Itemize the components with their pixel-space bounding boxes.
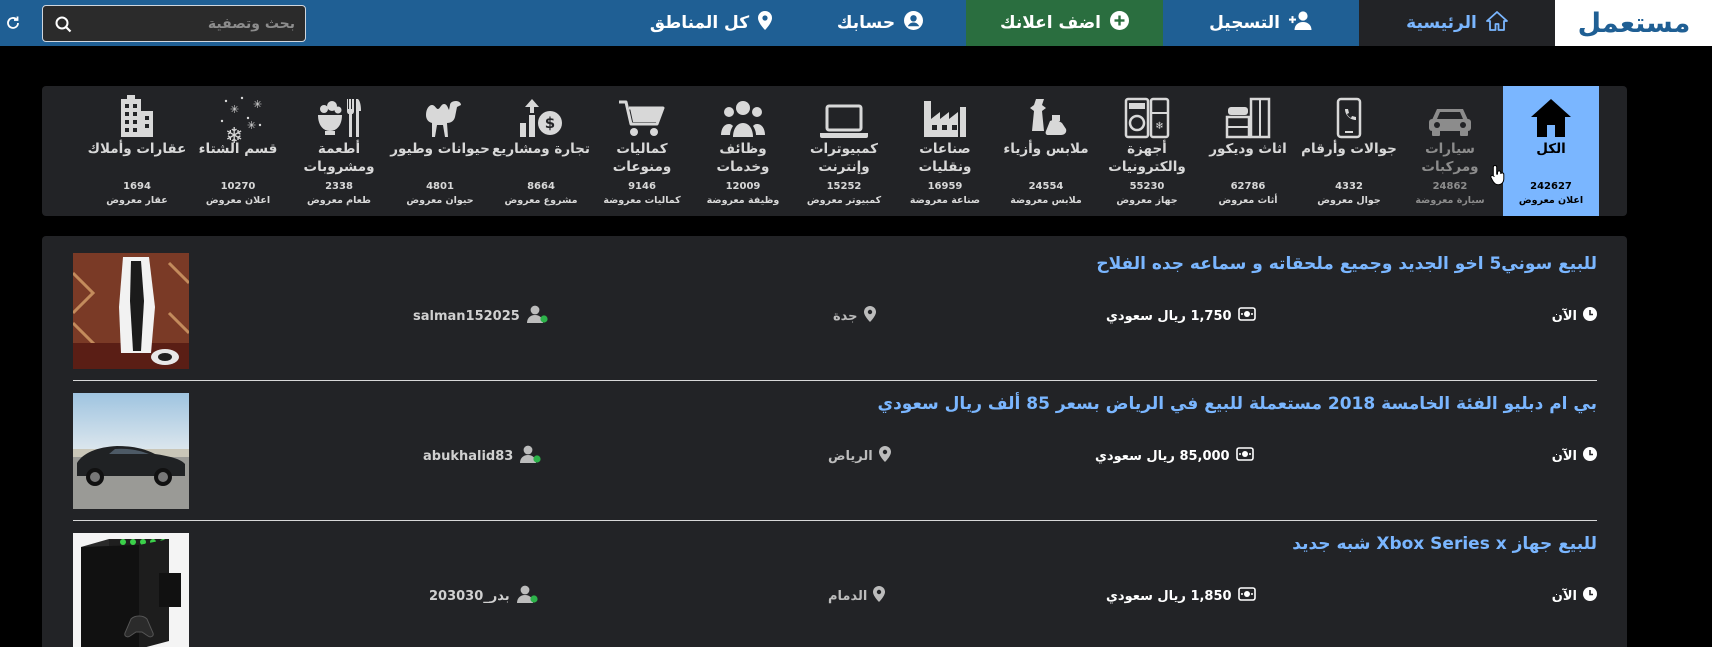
listing-price: 85,000 ريال سعودي	[1095, 446, 1254, 466]
listing-title-link[interactable]: للبيع جهاز Xbox Series x شبه جديد	[337, 534, 1597, 554]
svg-text:✳: ✳	[247, 119, 256, 132]
category-jobs[interactable]: وظائف وخدمات 12009 وظيفة معروضة	[695, 86, 791, 216]
svg-text:✳: ✳	[230, 103, 239, 116]
category-accessories[interactable]: كماليات ومنوعات 9146 كماليات معروضة	[594, 86, 690, 216]
nav-account[interactable]: حسابك	[800, 0, 960, 46]
svg-text:❄: ❄	[1155, 121, 1163, 132]
listing-thumbnail-car[interactable]	[73, 393, 189, 509]
money-icon	[1237, 587, 1256, 605]
user-plus-icon	[1288, 11, 1313, 35]
listing-user[interactable]: abukhalid83	[423, 445, 541, 467]
listings-panel: للبيع سوني5 اخو الجديد وجميع ملحقاته و س…	[42, 236, 1627, 647]
listing-time: الآن	[1552, 586, 1597, 606]
map-pin-icon	[863, 306, 876, 326]
category-industry[interactable]: صناعات ونقليات 16959 صناعة معروضة	[897, 86, 993, 216]
clothes-icon	[998, 95, 1094, 139]
user-online-icon	[516, 585, 538, 607]
refresh-icon[interactable]	[0, 0, 26, 46]
category-cars[interactable]: سيارات ومركبات 24862 سيارة معروضة	[1402, 86, 1505, 216]
user-circle-icon	[904, 11, 924, 35]
listing-user[interactable]: salman152025	[413, 305, 548, 327]
nav-register-label: التسجيل	[1209, 13, 1280, 33]
listing-thumbnail-ps5[interactable]	[73, 253, 189, 369]
phone-icon	[1301, 95, 1397, 139]
listing-title-link[interactable]: بي ام دبليو الفئة الخامسة 2018 مستعملة ل…	[337, 394, 1597, 414]
svg-text:✳: ✳	[253, 98, 262, 111]
laptop-icon	[796, 95, 892, 139]
plus-circle-icon	[1110, 11, 1129, 35]
category-all[interactable]: الكل 242627 اعلان معروض	[1503, 86, 1599, 216]
category-appliances[interactable]: ❄ أجهزة والكترونيات 55230 جهاز معروض	[1099, 86, 1195, 216]
trade-icon: $	[493, 95, 589, 139]
listing-city[interactable]: الرياض	[828, 446, 891, 466]
listing-time: الآن	[1552, 306, 1597, 326]
home-icon	[1485, 10, 1508, 36]
map-pin-icon	[873, 586, 886, 606]
hand-cursor-icon	[1490, 164, 1505, 186]
listing-title-link[interactable]: للبيع سوني5 اخو الجديد وجميع ملحقاته و س…	[337, 254, 1597, 274]
category-furniture[interactable]: اثاث وديكور 62786 أثاث معروض	[1200, 86, 1296, 216]
nav-regions-label: كل المناطق	[649, 13, 750, 33]
clock-icon	[1583, 307, 1597, 325]
map-pin-icon	[878, 446, 891, 466]
money-icon	[1235, 447, 1254, 465]
svg-text:$: $	[545, 114, 555, 132]
people-icon	[695, 95, 791, 139]
food-icon	[291, 95, 387, 139]
category-trade[interactable]: $ تجارة ومشاريع 8664 مشروع معروض	[492, 86, 590, 216]
user-online-icon	[526, 305, 548, 327]
listing-city[interactable]: الدمام	[828, 586, 886, 606]
appliances-icon: ❄	[1099, 95, 1195, 139]
logo-wordmark: مستعمل	[1577, 8, 1690, 39]
snow-icon: ❄ ✳ ✳ ✳	[190, 95, 286, 145]
cart-icon	[594, 95, 690, 139]
furniture-icon	[1200, 95, 1296, 139]
listing-thumbnail-xbox[interactable]	[73, 533, 189, 647]
nav-register[interactable]: التسجيل	[1163, 0, 1359, 46]
nav-home[interactable]: الرئيسية	[1359, 0, 1555, 46]
category-phones[interactable]: جوالات وأرقام 4332 جوال معروض	[1301, 86, 1397, 216]
camel-icon	[392, 95, 488, 139]
clock-icon	[1583, 447, 1597, 465]
category-winter[interactable]: ❄ ✳ ✳ ✳ قسم الشتاء 10270 اعلان معروض	[190, 86, 286, 216]
category-computers[interactable]: كمبيوترات وإنترنت 15252 كمبيوتر معروض	[796, 86, 892, 216]
category-animals[interactable]: حيوانات وطيور 4801 حيوان معروض	[390, 86, 490, 216]
nav-regions[interactable]: كل المناطق	[636, 0, 786, 46]
nav-account-label: حسابك	[836, 13, 896, 33]
categories-bar: الكل 242627 اعلان معروض سيارات ومركبات 2…	[42, 86, 1627, 216]
clock-icon	[1583, 587, 1597, 605]
category-food[interactable]: أطعمة ومشروبات 2338 طعام معروض	[291, 86, 387, 216]
listing-user[interactable]: بدر_203030	[429, 585, 538, 607]
listing-time: الآن	[1552, 446, 1597, 466]
search-box	[42, 5, 306, 42]
search-icon[interactable]	[55, 16, 72, 37]
money-icon	[1237, 307, 1256, 325]
search-input[interactable]	[79, 6, 295, 41]
house-icon	[1503, 95, 1599, 139]
listing-item[interactable]: بي ام دبليو الفئة الخامسة 2018 مستعملة ل…	[73, 376, 1597, 509]
category-real-estate[interactable]: عقارات وأملاك 1694 عقار معروض	[88, 86, 186, 216]
listing-item[interactable]: للبيع جهاز Xbox Series x شبه جديد الآن 1…	[73, 516, 1597, 647]
listing-item[interactable]: للبيع سوني5 اخو الجديد وجميع ملحقاته و س…	[73, 236, 1597, 369]
category-clothes[interactable]: ملابس وأزياء 24554 ملابس معروضة	[998, 86, 1094, 216]
nav-home-label: الرئيسية	[1406, 13, 1477, 33]
map-pin-icon	[758, 11, 773, 35]
user-online-icon	[519, 445, 541, 467]
factory-icon	[897, 95, 993, 139]
post-ad-label: اضف اعلانك	[1000, 13, 1101, 33]
svg-text:مستعمل: مستعمل	[1577, 8, 1690, 39]
listing-price: 1,850 ريال سعودي	[1106, 586, 1256, 606]
post-ad-button[interactable]: اضف اعلانك	[966, 0, 1163, 46]
car-icon	[1402, 95, 1498, 139]
top-navbar: كل المناطق حسابك اضف اعلانك التسجيل الرئ…	[0, 0, 1712, 46]
listing-price: 1,750 ريال سعودي	[1106, 306, 1256, 326]
listing-city[interactable]: جدة	[833, 306, 876, 326]
site-logo[interactable]: مستعمل	[1555, 0, 1712, 46]
building-icon	[89, 95, 185, 139]
